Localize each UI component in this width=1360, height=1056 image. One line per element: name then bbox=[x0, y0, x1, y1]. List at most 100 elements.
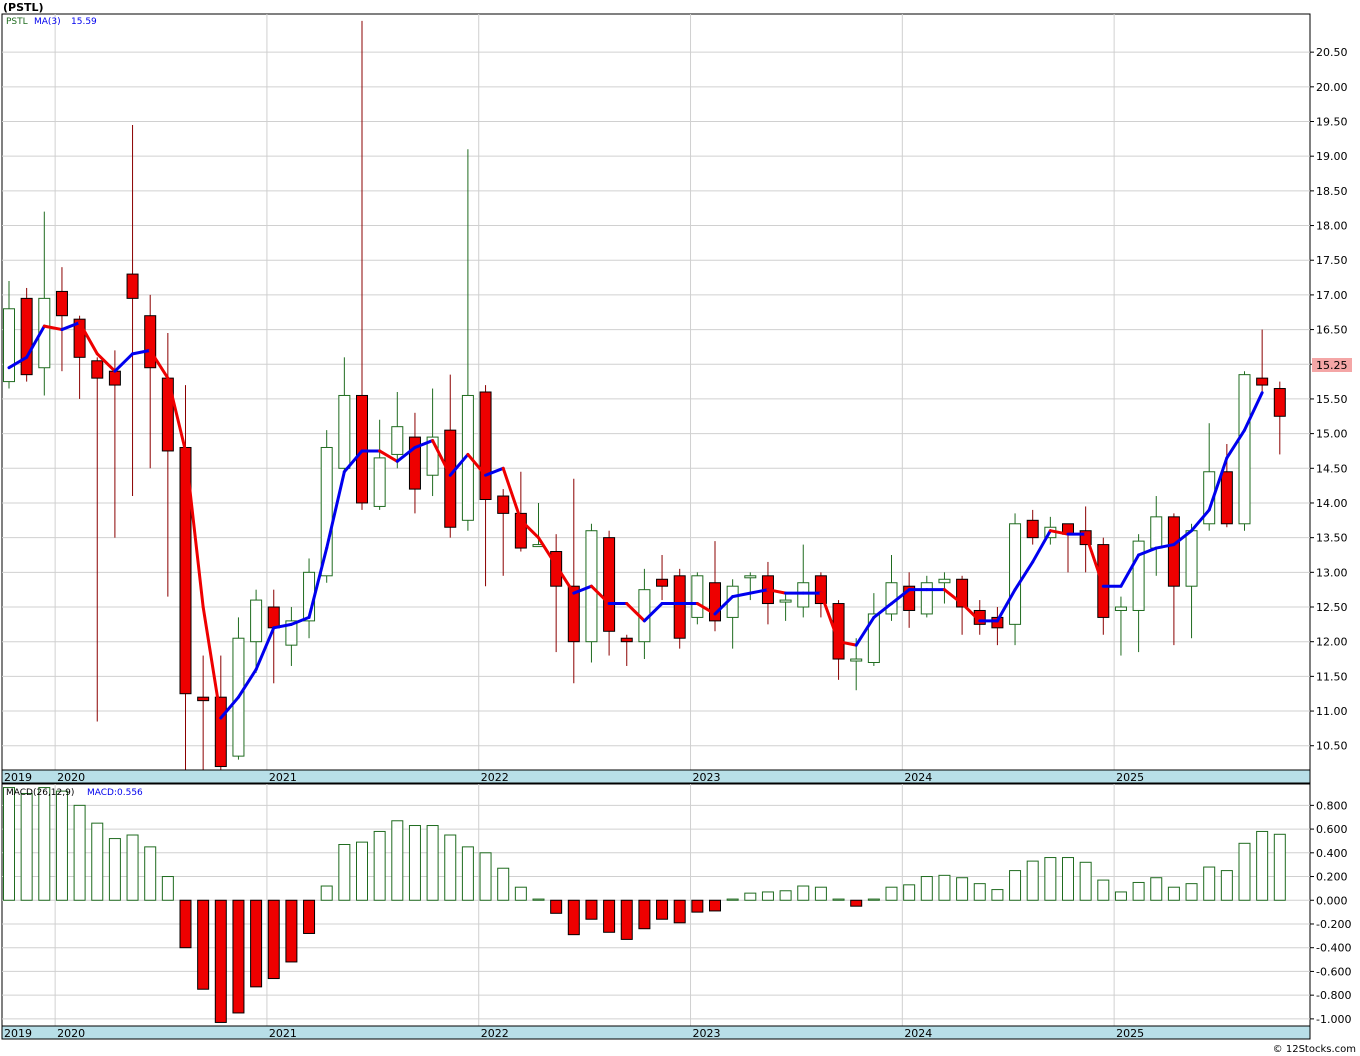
watermark: © 12Stocks.com bbox=[1273, 1044, 1356, 1055]
macd-year-label: 2023 bbox=[693, 1027, 721, 1040]
candle-body-up bbox=[1114, 606, 1127, 611]
candle-body-up bbox=[1238, 374, 1251, 525]
macd-bar-positive bbox=[1044, 857, 1057, 901]
price-tick-label: 19.50 bbox=[1316, 116, 1348, 129]
macd-bar-positive bbox=[761, 891, 774, 901]
macd-bar-positive bbox=[20, 792, 33, 901]
macd-tick-label: -0.800 bbox=[1316, 989, 1351, 1002]
price-year-label: 2020 bbox=[57, 771, 85, 784]
macd-bar-negative bbox=[656, 899, 669, 920]
price-year-label: 2019 bbox=[4, 771, 32, 784]
macd-bar-positive bbox=[479, 852, 492, 901]
last-price-tag: 15.25 bbox=[1312, 358, 1352, 372]
price-tick-label: 12.00 bbox=[1316, 636, 1348, 649]
price-tick-label: 16.50 bbox=[1316, 324, 1348, 337]
candle bbox=[585, 523, 598, 663]
macd-bar-negative bbox=[709, 899, 721, 912]
macd-bar-positive bbox=[1026, 860, 1039, 901]
macd-bar-positive bbox=[1150, 877, 1163, 901]
candle bbox=[691, 572, 704, 625]
macd-bar-negative bbox=[197, 899, 210, 990]
macd-bar-positive bbox=[938, 874, 951, 901]
legend-ticker: PSTL bbox=[6, 17, 28, 27]
candle-body-up bbox=[920, 582, 933, 615]
candle-body-up bbox=[744, 575, 757, 579]
macd-bar-negative bbox=[603, 899, 616, 933]
macd-bar-negative bbox=[267, 899, 280, 980]
macd-tick-label: -0.600 bbox=[1316, 965, 1351, 978]
macd-bar-positive bbox=[1238, 842, 1251, 901]
macd-tick-label: -0.400 bbox=[1316, 942, 1351, 955]
macd-bar-positive bbox=[1062, 857, 1074, 901]
candle-body-down bbox=[356, 394, 368, 504]
price-tick-label: 14.00 bbox=[1316, 497, 1348, 510]
macd-year-label: 2020 bbox=[57, 1027, 85, 1040]
macd-bar-positive bbox=[867, 898, 880, 901]
macd-x-axis-band bbox=[1, 1025, 1311, 1040]
macd-bar-positive bbox=[161, 876, 174, 901]
candle-body-up bbox=[1009, 523, 1022, 625]
macd-y-axis: 0.800 0.600 0.400 0.200 0.000 -0.200 -0.400 -0.… bbox=[1310, 799, 1351, 1026]
macd-bar-positive bbox=[514, 886, 527, 901]
macd-tick-label: 0.000 bbox=[1316, 894, 1348, 907]
price-tick-label: 13.00 bbox=[1316, 566, 1348, 579]
price-x-axis-band bbox=[1, 769, 1311, 784]
macd-bar-positive bbox=[91, 822, 104, 901]
macd-bar-positive bbox=[797, 885, 810, 901]
candle-body-up bbox=[797, 582, 810, 608]
candle-body-up bbox=[373, 457, 386, 507]
macd-bar-positive bbox=[1220, 870, 1233, 901]
macd-year-label: 2019 bbox=[4, 1027, 32, 1040]
macd-bar-negative bbox=[214, 899, 227, 1023]
price-tick-label: 11.00 bbox=[1316, 705, 1348, 718]
legend-ma-value: 15.59 bbox=[71, 17, 97, 27]
macd-bar-positive bbox=[338, 844, 351, 901]
candle-body-down bbox=[108, 370, 121, 386]
candle-body-down bbox=[267, 606, 280, 629]
macd-bar-positive bbox=[885, 886, 898, 901]
macd-bar-negative bbox=[638, 899, 651, 930]
macd-bar-negative bbox=[567, 899, 580, 936]
macd-bar-negative bbox=[550, 899, 563, 914]
candle-body-down bbox=[144, 315, 157, 369]
macd-bar-positive bbox=[1185, 883, 1198, 901]
macd-bar-positive bbox=[973, 883, 986, 901]
candle-body-down bbox=[1097, 544, 1110, 618]
price-tick-label: 17.50 bbox=[1316, 254, 1348, 267]
macd-bar-positive bbox=[956, 877, 969, 901]
macd-bar-positive bbox=[991, 889, 1004, 901]
price-year-label: 2021 bbox=[269, 771, 297, 784]
stock-chart: (PSTL) 10.50 11.00 11.50 12.00 12.50 13.00 13.… bbox=[1, 1, 1356, 1055]
candle-body-up bbox=[1185, 530, 1198, 587]
macd-bar-negative bbox=[179, 899, 192, 949]
macd-tick-label: 0.200 bbox=[1316, 871, 1348, 884]
macd-bar-positive bbox=[532, 898, 545, 901]
candle bbox=[1238, 371, 1251, 531]
macd-bar-positive bbox=[920, 876, 933, 901]
macd-tick-label: -0.200 bbox=[1316, 918, 1351, 931]
candle-body-up bbox=[779, 599, 792, 603]
candle-body-down bbox=[55, 290, 68, 317]
candle-body-up bbox=[850, 658, 863, 662]
macd-tick-label: 0.600 bbox=[1316, 823, 1348, 836]
candle-body-up bbox=[338, 394, 351, 469]
candle-body-up bbox=[3, 308, 15, 383]
candle-body-down bbox=[1220, 471, 1233, 525]
macd-bar-positive bbox=[814, 886, 827, 901]
candle-body-down bbox=[479, 391, 492, 501]
candle-body-up bbox=[938, 578, 951, 584]
macd-bar-positive bbox=[1273, 833, 1286, 901]
macd-bar-positive bbox=[73, 804, 86, 901]
macd-bar-negative bbox=[850, 899, 863, 907]
legend-macd-value: MACD:0.556 bbox=[87, 788, 143, 798]
macd-bar-negative bbox=[585, 899, 598, 920]
price-tick-label: 20.00 bbox=[1316, 81, 1348, 94]
macd-bar-positive bbox=[1256, 830, 1269, 901]
macd-bar-positive bbox=[1097, 879, 1110, 901]
candle bbox=[20, 287, 33, 382]
price-legend: PSTL MA(3) 15.59 bbox=[6, 17, 97, 27]
last-price-tag-label: 15.25 bbox=[1316, 359, 1348, 372]
candle bbox=[673, 568, 686, 649]
legend-ma-label: MA(3) bbox=[34, 17, 61, 27]
candle-body-down bbox=[1026, 519, 1039, 539]
